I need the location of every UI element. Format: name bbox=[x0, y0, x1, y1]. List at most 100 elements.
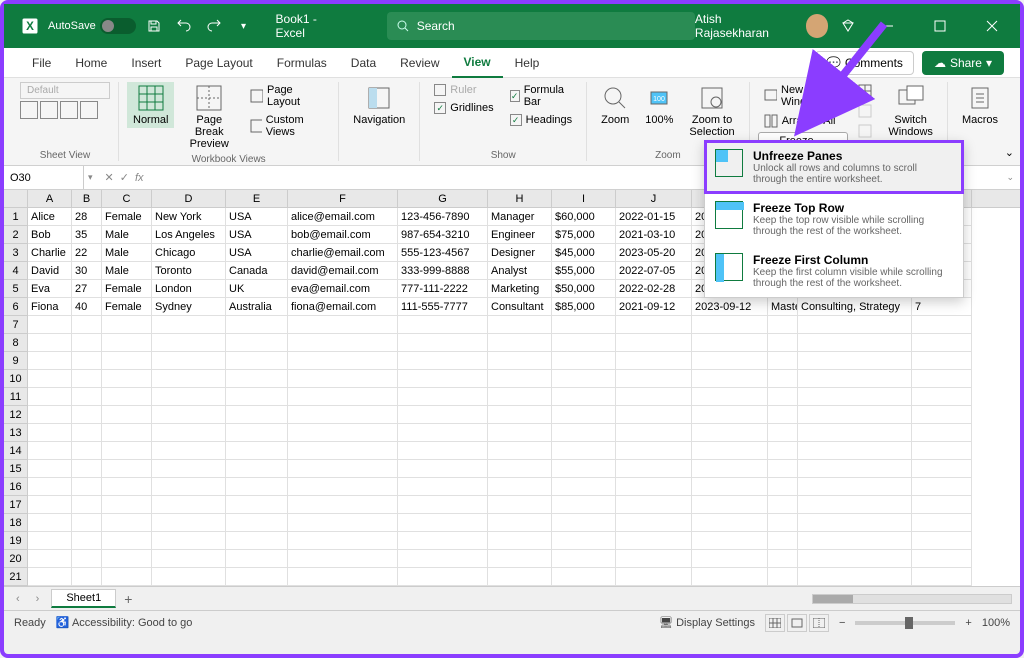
cell[interactable] bbox=[552, 388, 616, 406]
cell[interactable] bbox=[152, 424, 226, 442]
cell[interactable] bbox=[692, 424, 768, 442]
cell[interactable] bbox=[912, 532, 972, 550]
cell[interactable] bbox=[28, 424, 72, 442]
cell[interactable] bbox=[102, 316, 152, 334]
cell[interactable] bbox=[616, 334, 692, 352]
cell[interactable] bbox=[28, 334, 72, 352]
cell[interactable] bbox=[398, 532, 488, 550]
diamond-icon[interactable] bbox=[840, 18, 856, 34]
cell[interactable] bbox=[798, 514, 912, 532]
tab-data[interactable]: Data bbox=[339, 48, 388, 78]
avatar[interactable] bbox=[806, 14, 829, 38]
cell[interactable] bbox=[768, 388, 798, 406]
cell[interactable] bbox=[798, 496, 912, 514]
cell[interactable]: Australia bbox=[226, 298, 288, 316]
cell[interactable] bbox=[692, 334, 768, 352]
cell[interactable] bbox=[552, 496, 616, 514]
cell[interactable] bbox=[28, 496, 72, 514]
cell[interactable] bbox=[798, 568, 912, 586]
page-layout-button[interactable]: Page Layout bbox=[244, 82, 330, 110]
cell[interactable] bbox=[72, 478, 102, 496]
cell[interactable] bbox=[692, 352, 768, 370]
cell[interactable] bbox=[152, 532, 226, 550]
horizontal-scrollbar[interactable] bbox=[812, 594, 1012, 604]
cell[interactable] bbox=[552, 334, 616, 352]
sheet-tab-sheet1[interactable]: Sheet1 bbox=[51, 589, 116, 608]
cell[interactable] bbox=[912, 478, 972, 496]
column-header[interactable]: J bbox=[616, 190, 692, 207]
cell[interactable] bbox=[488, 388, 552, 406]
row-header[interactable]: 20 bbox=[4, 550, 28, 568]
cell[interactable] bbox=[102, 550, 152, 568]
cell[interactable] bbox=[288, 532, 398, 550]
cell[interactable]: fiona@email.com bbox=[288, 298, 398, 316]
expand-formula-icon[interactable]: ⌄ bbox=[1000, 172, 1020, 183]
cell[interactable] bbox=[226, 514, 288, 532]
display-settings-button[interactable]: 🖥 Display Settings bbox=[659, 616, 755, 629]
cell[interactable] bbox=[288, 568, 398, 586]
cell[interactable] bbox=[488, 568, 552, 586]
tab-insert[interactable]: Insert bbox=[119, 48, 173, 78]
cell[interactable] bbox=[488, 370, 552, 388]
cell[interactable] bbox=[226, 388, 288, 406]
unfreeze-panes-item[interactable]: Unfreeze PanesUnlock all rows and column… bbox=[705, 141, 963, 193]
cell[interactable] bbox=[398, 478, 488, 496]
cell[interactable]: $45,000 bbox=[552, 244, 616, 262]
cell[interactable] bbox=[552, 568, 616, 586]
tab-review[interactable]: Review bbox=[388, 48, 451, 78]
cell[interactable] bbox=[912, 316, 972, 334]
column-header[interactable]: G bbox=[398, 190, 488, 207]
headings-checkbox[interactable]: Headings bbox=[504, 112, 578, 128]
cell[interactable] bbox=[102, 388, 152, 406]
cell[interactable]: Male bbox=[102, 244, 152, 262]
cell[interactable] bbox=[288, 424, 398, 442]
cancel-formula-icon[interactable]: ✕ bbox=[105, 171, 114, 184]
cell[interactable] bbox=[768, 352, 798, 370]
cell[interactable] bbox=[692, 514, 768, 532]
cell[interactable] bbox=[72, 352, 102, 370]
cell[interactable] bbox=[398, 550, 488, 568]
cell[interactable] bbox=[288, 406, 398, 424]
cell[interactable] bbox=[768, 532, 798, 550]
cell[interactable]: David bbox=[28, 262, 72, 280]
cell[interactable]: Marketing bbox=[488, 280, 552, 298]
cell[interactable]: 2022-07-05 bbox=[616, 262, 692, 280]
cell[interactable] bbox=[616, 442, 692, 460]
cell[interactable] bbox=[152, 352, 226, 370]
cell[interactable] bbox=[226, 478, 288, 496]
cell[interactable] bbox=[288, 388, 398, 406]
cell[interactable]: alice@email.com bbox=[288, 208, 398, 226]
normal-view-icon[interactable] bbox=[765, 614, 785, 632]
cell[interactable] bbox=[616, 388, 692, 406]
zoom-level[interactable]: 100% bbox=[982, 617, 1010, 629]
cell[interactable] bbox=[912, 568, 972, 586]
cell[interactable] bbox=[398, 352, 488, 370]
cell[interactable] bbox=[768, 568, 798, 586]
cell[interactable]: $50,000 bbox=[552, 280, 616, 298]
cell[interactable]: Chicago bbox=[152, 244, 226, 262]
cell[interactable] bbox=[692, 496, 768, 514]
cell[interactable] bbox=[398, 370, 488, 388]
search-input[interactable]: Search bbox=[387, 12, 695, 40]
cell[interactable] bbox=[226, 568, 288, 586]
cell[interactable] bbox=[552, 352, 616, 370]
comments-button[interactable]: 💬Comments bbox=[815, 51, 914, 75]
cell[interactable] bbox=[616, 550, 692, 568]
maximize-button[interactable] bbox=[920, 11, 960, 41]
cell[interactable]: Female bbox=[102, 298, 152, 316]
cell[interactable] bbox=[102, 424, 152, 442]
cell[interactable]: USA bbox=[226, 244, 288, 262]
cell[interactable]: Consulting, Strategy bbox=[798, 298, 912, 316]
tab-page-layout[interactable]: Page Layout bbox=[173, 48, 264, 78]
cell[interactable] bbox=[616, 406, 692, 424]
cell[interactable] bbox=[152, 568, 226, 586]
cell[interactable] bbox=[912, 550, 972, 568]
accessibility-status[interactable]: ♿ Accessibility: Good to go bbox=[56, 616, 193, 629]
cell[interactable]: Fiona bbox=[28, 298, 72, 316]
cell[interactable] bbox=[102, 334, 152, 352]
cell[interactable] bbox=[616, 514, 692, 532]
cell[interactable] bbox=[798, 550, 912, 568]
hide-button[interactable] bbox=[852, 102, 878, 120]
cell[interactable]: Charlie bbox=[28, 244, 72, 262]
cell[interactable] bbox=[226, 496, 288, 514]
